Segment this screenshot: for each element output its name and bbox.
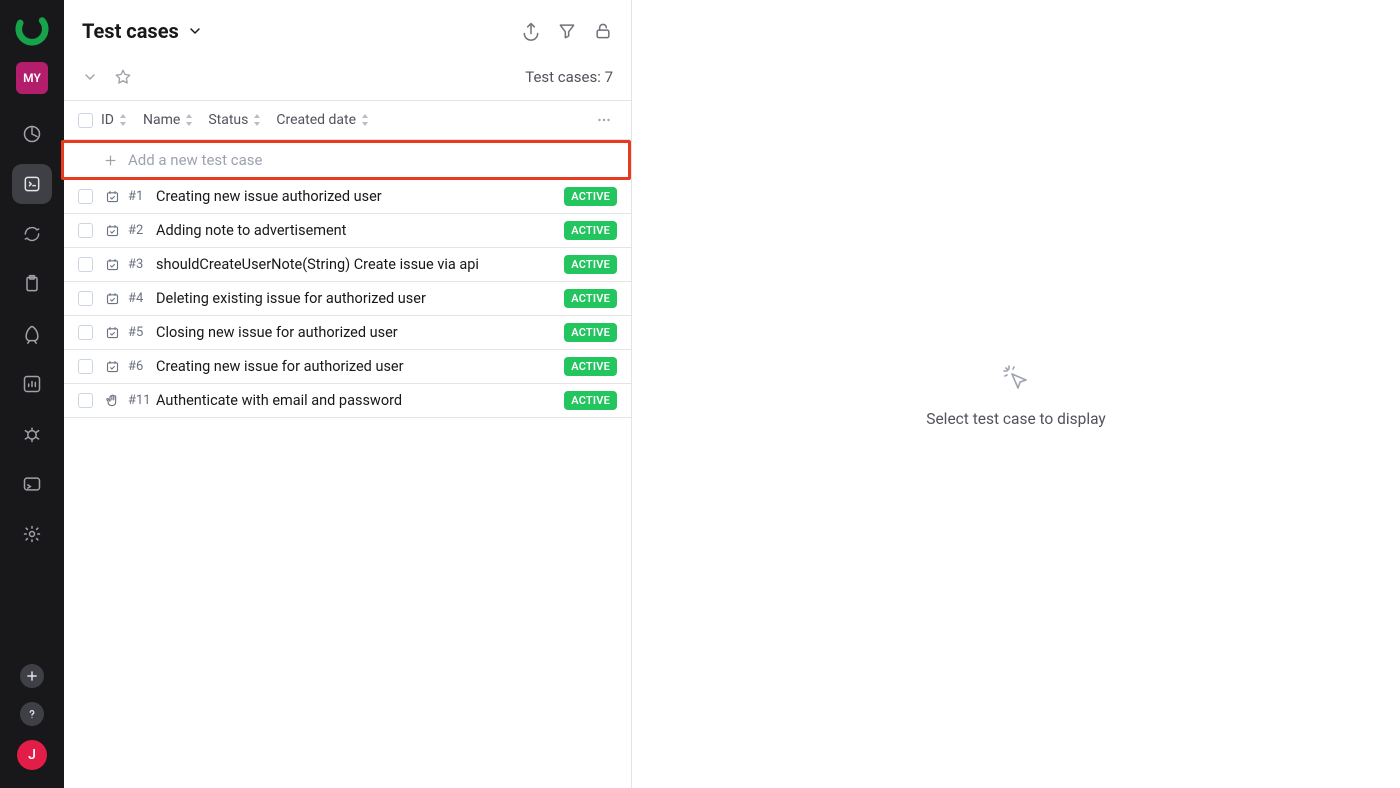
row-id: #11: [128, 393, 148, 408]
row-id: #1: [128, 189, 148, 204]
row-id: #3: [128, 257, 148, 272]
status-badge: ACTIVE: [564, 221, 617, 240]
nav-defects[interactable]: [12, 414, 52, 454]
sort-icon: [184, 114, 194, 126]
plus-icon: [103, 153, 118, 168]
panel-subheader: Test cases: 7: [64, 62, 631, 101]
status-badge: ACTIVE: [564, 289, 617, 308]
nav-clipboard[interactable]: [12, 264, 52, 304]
filter-icon[interactable]: [557, 21, 577, 41]
status-badge: ACTIVE: [564, 357, 617, 376]
table-header: ID Name Status Created date: [64, 101, 631, 140]
row-checkbox[interactable]: [78, 189, 93, 204]
project-badge[interactable]: MY: [16, 62, 48, 94]
nav-jobs[interactable]: [12, 464, 52, 504]
add-test-case-row[interactable]: Add a new test case: [61, 140, 631, 180]
row-name: shouldCreateUserNote(String) Create issu…: [156, 256, 556, 273]
user-avatar[interactable]: J: [17, 740, 47, 770]
row-checkbox[interactable]: [78, 291, 93, 306]
nav-settings[interactable]: [12, 514, 52, 554]
nav-launches[interactable]: [12, 314, 52, 354]
page-title: Test cases: [82, 19, 179, 43]
row-name: Creating new issue for authorized user: [156, 358, 556, 375]
collapse-icon[interactable]: [82, 69, 98, 85]
chevron-down-icon[interactable]: [187, 23, 203, 39]
automated-icon: [105, 359, 120, 374]
favorite-icon[interactable]: [114, 68, 132, 86]
sort-icon: [118, 114, 128, 126]
automated-icon: [105, 223, 120, 238]
column-name[interactable]: Name: [143, 112, 194, 128]
empty-state-text: Select test case to display: [926, 410, 1106, 428]
manual-icon: [105, 393, 120, 408]
column-status[interactable]: Status: [208, 112, 262, 128]
status-badge: ACTIVE: [564, 391, 617, 410]
help-button[interactable]: [20, 702, 44, 726]
row-checkbox[interactable]: [78, 257, 93, 272]
add-test-case-label: Add a new test case: [128, 151, 262, 169]
row-id: #6: [128, 359, 148, 374]
row-checkbox[interactable]: [78, 325, 93, 340]
automated-icon: [105, 189, 120, 204]
sort-icon: [360, 114, 370, 126]
sort-icon: [252, 114, 262, 126]
cursor-click-icon: [998, 360, 1034, 396]
more-columns-icon[interactable]: [595, 111, 617, 129]
test-case-count: Test cases: 7: [525, 68, 613, 86]
app-sidebar: MY: [0, 0, 64, 788]
table-row[interactable]: #5 Closing new issue for authorized user…: [64, 316, 631, 350]
test-case-rows: #1 Creating new issue authorized user AC…: [64, 180, 631, 418]
automated-icon: [105, 325, 120, 340]
automated-icon: [105, 291, 120, 306]
lock-icon[interactable]: [593, 21, 613, 41]
table-row[interactable]: #3 shouldCreateUserNote(String) Create i…: [64, 248, 631, 282]
status-badge: ACTIVE: [564, 255, 617, 274]
column-id[interactable]: ID: [101, 112, 135, 128]
row-checkbox[interactable]: [78, 393, 93, 408]
automated-icon: [105, 257, 120, 272]
row-checkbox[interactable]: [78, 359, 93, 374]
table-row[interactable]: #4 Deleting existing issue for authorize…: [64, 282, 631, 316]
row-name: Adding note to advertisement: [156, 222, 556, 239]
status-badge: ACTIVE: [564, 187, 617, 206]
row-id: #5: [128, 325, 148, 340]
detail-panel: Select test case to display: [632, 0, 1400, 788]
table-row[interactable]: #2 Adding note to advertisement ACTIVE: [64, 214, 631, 248]
row-id: #4: [128, 291, 148, 306]
panel-header: Test cases: [64, 0, 631, 62]
app-logo[interactable]: [15, 12, 49, 46]
row-name: Authenticate with email and password: [156, 392, 556, 409]
row-name: Creating new issue authorized user: [156, 188, 556, 205]
add-button[interactable]: [20, 664, 44, 688]
row-name: Closing new issue for authorized user: [156, 324, 556, 341]
select-all-checkbox[interactable]: [78, 113, 93, 128]
nav-analytics[interactable]: [12, 364, 52, 404]
table-row[interactable]: #11 Authenticate with email and password…: [64, 384, 631, 418]
column-created[interactable]: Created date: [276, 112, 370, 128]
nav-dashboard[interactable]: [12, 114, 52, 154]
table-row[interactable]: #6 Creating new issue for authorized use…: [64, 350, 631, 384]
nav-test-cases[interactable]: [12, 164, 52, 204]
table-row[interactable]: #1 Creating new issue authorized user AC…: [64, 180, 631, 214]
row-name: Deleting existing issue for authorized u…: [156, 290, 556, 307]
export-icon[interactable]: [521, 21, 541, 41]
test-cases-panel: Test cases Test cases: 7: [64, 0, 632, 788]
row-checkbox[interactable]: [78, 223, 93, 238]
status-badge: ACTIVE: [564, 323, 617, 342]
row-id: #2: [128, 223, 148, 238]
nav-sync[interactable]: [12, 214, 52, 254]
